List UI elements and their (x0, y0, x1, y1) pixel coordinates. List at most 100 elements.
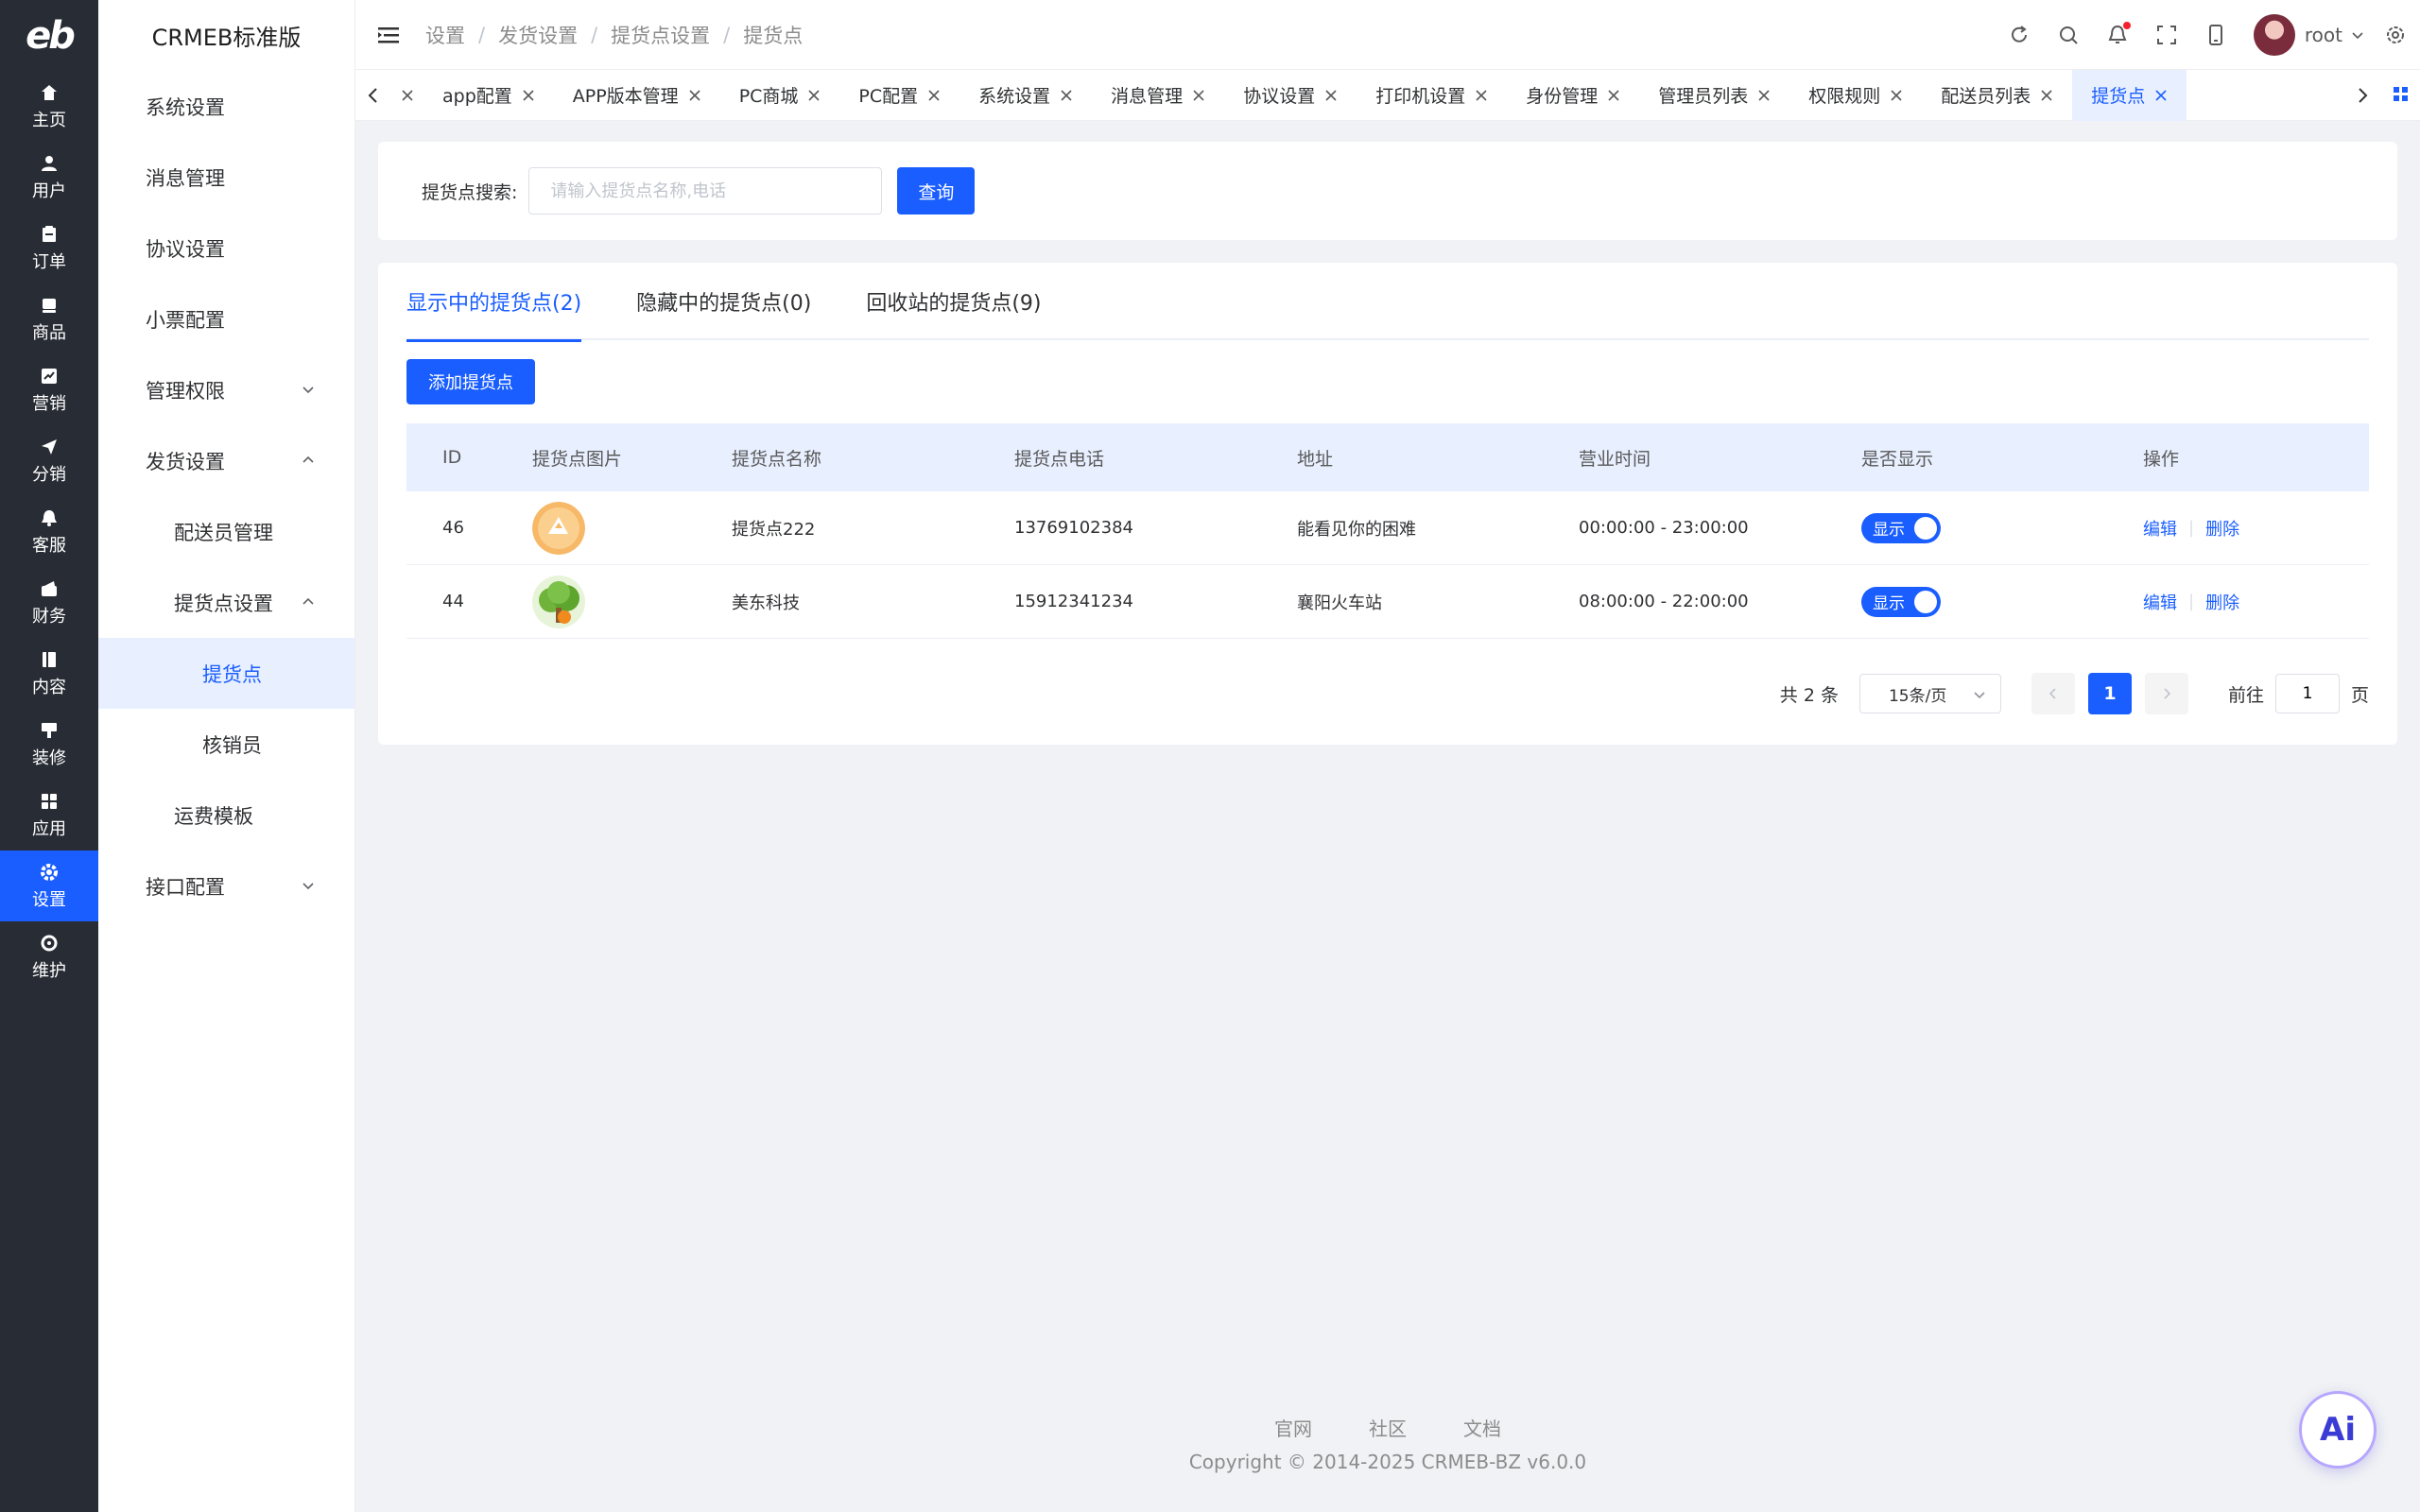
menu-item-courier-management[interactable]: 配送员管理 (98, 496, 354, 567)
breadcrumb-item[interactable]: 提货点设置 (611, 21, 710, 49)
tab-courier-list[interactable]: 配送员列表 (1922, 70, 2072, 121)
menu-item-api-config[interactable]: 接口配置 (98, 850, 354, 921)
tab-hidden[interactable]: 隐藏中的提货点(0) (636, 263, 811, 340)
footer-link-community[interactable]: 社区 (1369, 1414, 1407, 1441)
page-size-select[interactable]: 15条/页 (1858, 674, 2001, 713)
edit-link[interactable]: 编辑 (2143, 516, 2177, 541)
delete-link[interactable]: 删除 (2205, 590, 2239, 614)
finance-icon (39, 578, 60, 599)
tab-app-version[interactable]: APP版本管理 (554, 70, 720, 121)
footer-link-official[interactable]: 官网 (1274, 1414, 1312, 1441)
tab-pickup-point[interactable]: 提货点 (2072, 69, 2187, 121)
tab-system-settings[interactable]: 系统设置 (959, 70, 1092, 121)
prev-page-button[interactable] (2031, 673, 2075, 714)
avatar[interactable] (2253, 14, 2295, 56)
pickup-list-card: 显示中的提货点(2) 隐藏中的提货点(0) 回收站的提货点(9) 添加提货点 I… (378, 263, 2397, 745)
chevron-right-icon[interactable] (2350, 83, 2375, 108)
close-icon[interactable] (688, 89, 701, 102)
menu-item-shipping-settings[interactable]: 发货设置 (98, 425, 354, 496)
grid-menu-icon[interactable] (2392, 85, 2411, 104)
tab-app-config[interactable]: app配置 (424, 70, 554, 121)
menu-item-system-settings[interactable]: 系统设置 (98, 71, 354, 142)
page-suffix: 页 (2350, 684, 2369, 706)
rail-item-apps[interactable]: 应用 (0, 780, 98, 850)
close-icon[interactable] (1475, 89, 1488, 102)
fullscreen-icon[interactable] (2155, 24, 2178, 46)
breadcrumb-item[interactable]: 设置 (425, 21, 465, 49)
tab-recycle-bin[interactable]: 回收站的提货点(9) (866, 263, 1041, 340)
rail-item-order[interactable]: 订单 (0, 213, 98, 284)
rail-item-home[interactable]: 主页 (0, 71, 98, 142)
search-icon[interactable] (2057, 24, 2080, 46)
menu-item-message-management[interactable]: 消息管理 (98, 142, 354, 213)
tab-agreement-settings[interactable]: 协议设置 (1224, 70, 1357, 121)
footer-link-docs[interactable]: 文档 (1463, 1414, 1501, 1441)
rail-item-maintenance[interactable]: 维护 (0, 921, 98, 992)
close-icon[interactable] (927, 89, 941, 102)
close-icon[interactable] (1060, 89, 1073, 102)
add-pickup-button[interactable]: 添加提货点 (406, 359, 535, 404)
close-icon[interactable] (1890, 89, 1903, 102)
copyright: Copyright © 2014-2025 CRMEB-BZ v6.0.0 (1188, 1451, 1587, 1473)
pickup-image[interactable] (532, 501, 585, 555)
close-icon[interactable] (807, 89, 821, 102)
tab-message-management[interactable]: 消息管理 (1092, 70, 1224, 121)
tab-permission-rules[interactable]: 权限规则 (1789, 70, 1922, 121)
menu-item-shipping-template[interactable]: 运费模板 (98, 780, 354, 850)
close-icon[interactable] (401, 89, 414, 102)
rail-item-finance[interactable]: 财务 (0, 567, 98, 638)
tab-showing[interactable]: 显示中的提货点(2) (406, 263, 582, 342)
menu-item-verifier[interactable]: 核销员 (98, 709, 354, 780)
username[interactable]: root (2305, 24, 2342, 46)
close-icon[interactable] (1192, 89, 1205, 102)
close-icon[interactable] (2040, 89, 2053, 102)
menu-item-agreement-settings[interactable]: 协议设置 (98, 213, 354, 284)
display-toggle[interactable]: 显示 (1861, 586, 1941, 617)
rail-item-content[interactable]: 内容 (0, 638, 98, 709)
rail-item-marketing[interactable]: 营销 (0, 354, 98, 425)
chevron-left-icon[interactable] (361, 83, 386, 108)
goto-page-input[interactable] (2274, 674, 2340, 713)
page-tabs: app配置 APP版本管理 PC商城 PC配置 系统设置 消息管理 协议设置 打… (355, 69, 2420, 121)
display-toggle[interactable]: 显示 (1861, 512, 1941, 543)
rail-item-decoration[interactable]: 装修 (0, 709, 98, 780)
mobile-icon[interactable] (2204, 24, 2227, 46)
rail-item-settings[interactable]: 设置 (0, 850, 98, 921)
menu-item-receipt-config[interactable]: 小票配置 (98, 284, 354, 354)
menu-item-admin-permissions[interactable]: 管理权限 (98, 354, 354, 425)
rail-item-user[interactable]: 用户 (0, 142, 98, 213)
close-icon[interactable] (1324, 89, 1338, 102)
close-icon[interactable] (1607, 89, 1620, 102)
top-header: 设置 / 发货设置 / 提货点设置 / 提货点 root (355, 0, 2420, 70)
app-logo[interactable]: eb (0, 0, 98, 71)
notification-bell-icon[interactable] (2106, 22, 2131, 46)
breadcrumb-item[interactable]: 发货设置 (498, 21, 578, 49)
icon-rail: eb 主页 用户 订单 商品 营销 分销 客服 财务 内容 装修 应用 设置 维… (0, 0, 98, 1512)
close-icon[interactable] (2154, 89, 2168, 102)
rail-item-service[interactable]: 客服 (0, 496, 98, 567)
menu-item-pickup-point[interactable]: 提货点 (98, 638, 354, 709)
refresh-icon[interactable] (2008, 24, 2031, 46)
next-page-button[interactable] (2144, 673, 2188, 714)
search-input[interactable] (528, 167, 883, 215)
delete-link[interactable]: 删除 (2205, 516, 2239, 541)
pickup-image[interactable] (532, 575, 585, 628)
tab-pc-config[interactable]: PC配置 (839, 70, 959, 121)
tab-identity-management[interactable]: 身份管理 (1507, 70, 1639, 121)
rail-item-distribution[interactable]: 分销 (0, 425, 98, 496)
gear-icon[interactable] (2384, 24, 2407, 46)
close-icon[interactable] (522, 89, 535, 102)
close-icon[interactable] (1757, 89, 1771, 102)
ai-assistant-button[interactable]: Ai (2299, 1391, 2377, 1469)
search-card: 提货点搜索: 查询 (378, 142, 2397, 240)
tab-printer-settings[interactable]: 打印机设置 (1357, 70, 1507, 121)
menu-item-pickup-settings[interactable]: 提货点设置 (98, 567, 354, 638)
page-number[interactable]: 1 (2087, 673, 2132, 714)
edit-link[interactable]: 编辑 (2143, 590, 2177, 614)
tab-pc-mall[interactable]: PC商城 (720, 70, 840, 121)
rail-item-product[interactable]: 商品 (0, 284, 98, 354)
menu-toggle-icon[interactable] (378, 26, 399, 44)
chevron-down-icon[interactable] (2350, 27, 2365, 43)
query-button[interactable]: 查询 (897, 167, 976, 215)
tab-admin-list[interactable]: 管理员列表 (1639, 70, 1789, 121)
